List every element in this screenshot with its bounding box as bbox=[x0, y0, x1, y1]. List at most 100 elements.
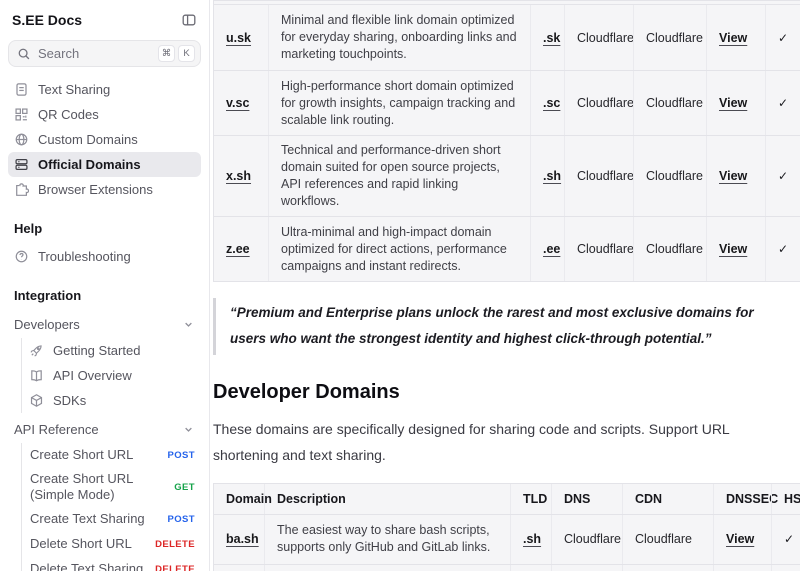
tld-cell: .sh bbox=[530, 136, 564, 216]
page-section-heading: Developer Domains bbox=[213, 381, 800, 404]
description-cell: High-performance short domain optimized … bbox=[268, 71, 530, 135]
dnssec-cell: View bbox=[713, 515, 771, 564]
tld-cell: .sh bbox=[510, 565, 551, 571]
sidebar-item-label: Create Short URL bbox=[30, 447, 160, 463]
official-domains-table: u.sk Minimal and flexible link domain op… bbox=[213, 0, 800, 282]
book-icon bbox=[29, 368, 44, 383]
description-cell: Ultra-minimal and high-impact domain opt… bbox=[268, 217, 530, 281]
cdn-cell: Cloudflare bbox=[622, 515, 713, 564]
method-badge: DELETE bbox=[155, 564, 195, 571]
hsts-cell: ✓ bbox=[771, 565, 800, 571]
sidebar-item-create-short-url[interactable]: Create Short URL POST bbox=[22, 443, 201, 468]
section-intro: These domains are specifically designed … bbox=[213, 416, 795, 469]
sidebar-item-text-sharing[interactable]: Text Sharing bbox=[8, 77, 201, 102]
key-letter: K bbox=[178, 45, 195, 62]
sidebar-item-label: SDKs bbox=[53, 393, 86, 408]
section-heading-help: Help bbox=[14, 221, 195, 236]
sidebar-toggle-button[interactable] bbox=[179, 10, 199, 30]
view-link[interactable]: View bbox=[726, 532, 754, 546]
api-reference-children: Create Short URL POST Create Short URL (… bbox=[21, 443, 201, 571]
dnssec-cell: View bbox=[706, 71, 765, 135]
group-toggle-api-reference[interactable]: API Reference bbox=[8, 416, 201, 442]
group-label: Developers bbox=[14, 317, 80, 332]
cdn-cell: Cloudflare bbox=[633, 71, 706, 135]
sidebar-item-delete-short-url[interactable]: Delete Short URL DELETE bbox=[22, 532, 201, 557]
domain-link[interactable]: u.sk bbox=[226, 31, 251, 45]
sidebar-item-getting-started[interactable]: Getting Started bbox=[23, 338, 201, 363]
chevron-down-icon bbox=[182, 423, 195, 436]
panel-toggle-icon bbox=[181, 12, 197, 28]
tld-cell: .sk bbox=[530, 5, 564, 70]
sidebar-item-api-overview[interactable]: API Overview bbox=[23, 363, 201, 388]
document-icon bbox=[14, 82, 29, 97]
app-title: S.EE Docs bbox=[12, 12, 82, 28]
dnssec-cell: View bbox=[713, 565, 771, 571]
method-badge: POST bbox=[168, 450, 195, 461]
app-window: S.EE Docs Search ⌘ K Text Sharing QR Cod… bbox=[0, 0, 800, 571]
dnssec-cell: View bbox=[706, 217, 765, 281]
sidebar-item-troubleshooting[interactable]: Troubleshooting bbox=[8, 244, 201, 269]
tld-link[interactable]: .sh bbox=[543, 169, 561, 183]
header-tld: TLD bbox=[510, 484, 551, 514]
table-row: z.sh Share your shell scripts instantly,… bbox=[214, 564, 800, 571]
header-cdn: CDN bbox=[622, 484, 713, 514]
description-cell: Minimal and flexible link domain optimiz… bbox=[268, 5, 530, 70]
cdn-cell: Cloudflare bbox=[622, 565, 713, 571]
header-description: Description bbox=[264, 484, 510, 514]
domain-link[interactable]: z.ee bbox=[226, 242, 250, 256]
sidebar-item-create-text-sharing[interactable]: Create Text Sharing POST bbox=[22, 507, 201, 532]
cube-icon bbox=[29, 393, 44, 408]
view-link[interactable]: View bbox=[719, 96, 747, 110]
tld-link[interactable]: .ee bbox=[543, 242, 560, 256]
method-badge: POST bbox=[168, 514, 195, 525]
method-badge: GET bbox=[174, 482, 195, 493]
group-label: API Reference bbox=[14, 422, 99, 437]
tld-cell: .sh bbox=[510, 515, 551, 564]
sidebar-item-qr-codes[interactable]: QR Codes bbox=[8, 102, 201, 127]
tld-link[interactable]: .sk bbox=[543, 31, 560, 45]
hsts-cell: ✓ bbox=[765, 136, 800, 216]
dns-cell: Cloudflare bbox=[551, 515, 622, 564]
sidebar-nav: Text Sharing QR Codes Custom Domains Off… bbox=[8, 77, 201, 202]
sidebar-item-delete-text-sharing[interactable]: Delete Text Sharing DELETE bbox=[22, 557, 201, 571]
dns-cell: Cloudflare bbox=[564, 5, 633, 70]
qr-code-icon bbox=[14, 107, 29, 122]
sidebar-item-official-domains[interactable]: Official Domains bbox=[8, 152, 201, 177]
sidebar-item-create-short-url-simple[interactable]: Create Short URL (Simple Mode) GET bbox=[22, 468, 201, 507]
tld-cell: .ee bbox=[530, 217, 564, 281]
domain-link[interactable]: v.sc bbox=[226, 96, 249, 110]
header-dns: DNS bbox=[551, 484, 622, 514]
group-toggle-developers[interactable]: Developers bbox=[8, 311, 201, 337]
sidebar-item-browser-extensions[interactable]: Browser Extensions bbox=[8, 177, 201, 202]
view-link[interactable]: View bbox=[719, 169, 747, 183]
domain-link[interactable]: x.sh bbox=[226, 169, 251, 183]
table-row: z.ee Ultra-minimal and high-impact domai… bbox=[214, 216, 800, 281]
tld-cell: .sc bbox=[530, 71, 564, 135]
sidebar-item-sdks[interactable]: SDKs bbox=[23, 388, 201, 413]
sidebar: S.EE Docs Search ⌘ K Text Sharing QR Cod… bbox=[0, 0, 210, 571]
domain-cell: v.sc bbox=[214, 71, 268, 135]
sidebar-item-label: Troubleshooting bbox=[38, 249, 131, 264]
sidebar-item-label: Create Short URL (Simple Mode) bbox=[30, 471, 166, 504]
sidebar-item-custom-domains[interactable]: Custom Domains bbox=[8, 127, 201, 152]
view-link[interactable]: View bbox=[719, 31, 747, 45]
table-row: u.sk Minimal and flexible link domain op… bbox=[214, 5, 800, 70]
search-placeholder: Search bbox=[38, 46, 151, 61]
key-command: ⌘ bbox=[158, 45, 175, 62]
dns-cell: Cloudflare bbox=[551, 565, 622, 571]
domain-cell: ba.sh bbox=[214, 515, 264, 564]
sidebar-item-label: Delete Short URL bbox=[30, 536, 147, 552]
dns-cell: Cloudflare bbox=[564, 217, 633, 281]
tld-link[interactable]: .sc bbox=[543, 96, 560, 110]
table-header-row: Domain Description TLD DNS CDN DNSSEC HS… bbox=[214, 484, 800, 514]
server-stack-icon bbox=[14, 157, 29, 172]
domain-link[interactable]: ba.sh bbox=[226, 532, 259, 546]
description-cell: The easiest way to share bash scripts, s… bbox=[264, 515, 510, 564]
cdn-cell: Cloudflare bbox=[633, 136, 706, 216]
search-input[interactable]: Search ⌘ K bbox=[8, 40, 201, 67]
view-link[interactable]: View bbox=[719, 242, 747, 256]
cdn-cell: Cloudflare bbox=[633, 217, 706, 281]
developer-domains-table: Domain Description TLD DNS CDN DNSSEC HS… bbox=[213, 483, 800, 571]
hsts-cell: ✓ bbox=[765, 71, 800, 135]
tld-link[interactable]: .sh bbox=[523, 532, 541, 546]
